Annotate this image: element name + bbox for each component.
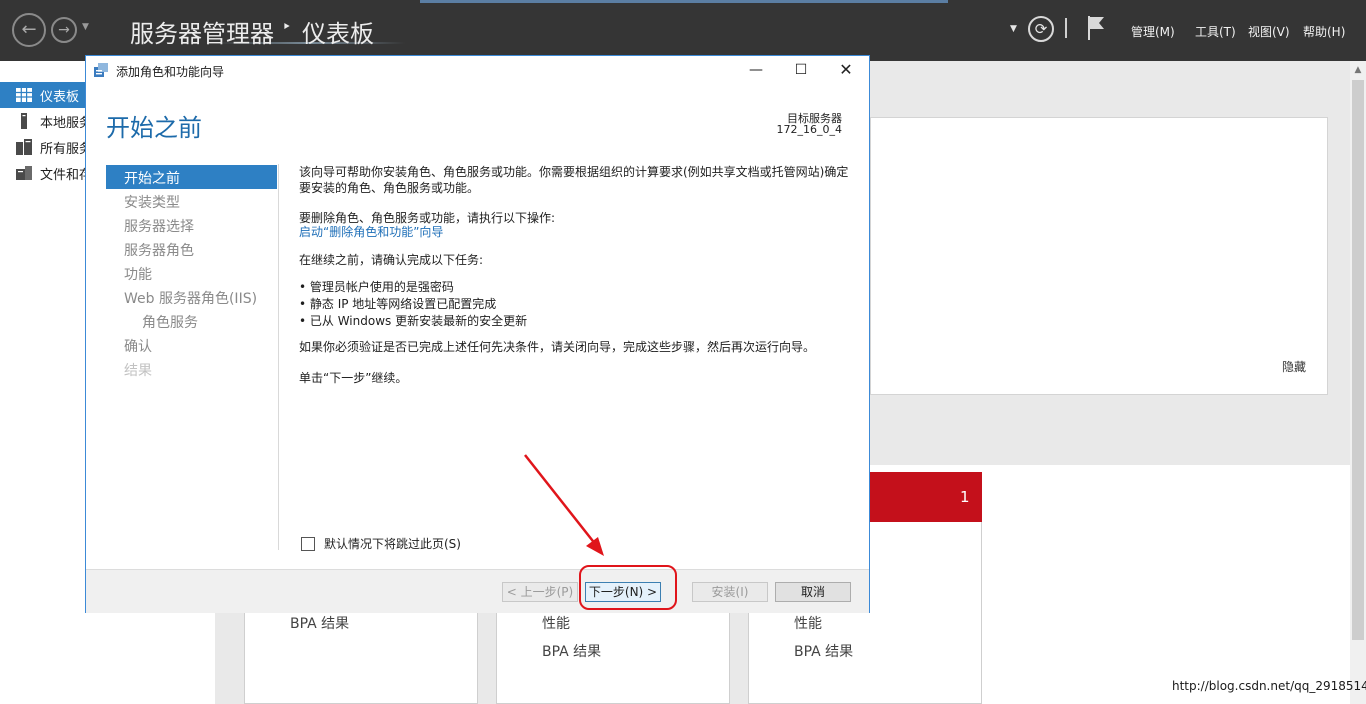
- step-label: Web 服务器角色(IIS): [124, 291, 258, 307]
- refresh-icon[interactable]: ⟳: [1028, 16, 1054, 42]
- step-label: 服务器选择: [124, 219, 194, 235]
- before-continue-text: 在继续之前，请确认完成以下任务:: [299, 253, 484, 267]
- all-servers-icon: [16, 139, 32, 155]
- sidebar-item-label: 仪表板: [40, 90, 80, 105]
- step-before-you-begin[interactable]: 开始之前: [106, 165, 277, 189]
- step-server-selection[interactable]: 服务器选择: [106, 213, 277, 237]
- hide-welcome-link[interactable]: 隐藏: [1282, 358, 1306, 375]
- watermark-url: http://blog.csdn.net/qq_29185141: [1172, 679, 1366, 693]
- tile-line: BPA 结果: [290, 616, 350, 632]
- target-server-value: 172_16_0_4: [776, 123, 843, 136]
- step-label: 功能: [124, 267, 152, 283]
- steps-divider: [278, 164, 279, 550]
- wizard-heading: 开始之前: [106, 114, 202, 142]
- scroll-up-arrow-icon[interactable]: ▲: [1352, 64, 1364, 76]
- history-dropdown-icon[interactable]: ▼: [82, 22, 89, 32]
- minimize-icon[interactable]: —: [733, 56, 779, 84]
- app-title: 服务器管理器: [130, 20, 274, 48]
- tile-line: 性能: [794, 616, 822, 632]
- install-button[interactable]: 安装(I): [692, 582, 768, 602]
- file-storage-icon: [16, 166, 32, 180]
- previous-button[interactable]: < 上一步(P): [502, 582, 578, 602]
- breadcrumb-separator-icon: ‣: [282, 17, 292, 36]
- page-title: 仪表板: [302, 20, 374, 48]
- top-bar: ← → ▼ 服务器管理器 ‣ 仪表板 ▼ ⟳ 管理(M) 工具(T) 视图(V)…: [0, 0, 1366, 61]
- wizard-app-icon: [94, 63, 108, 77]
- skip-page-checkbox[interactable]: [301, 537, 315, 551]
- tile-line: BPA 结果: [542, 644, 602, 660]
- notifications-dropdown-icon[interactable]: ▼: [1010, 24, 1017, 34]
- step-label: 开始之前: [124, 171, 180, 187]
- cancel-button[interactable]: 取消: [775, 582, 851, 602]
- step-label: 结果: [124, 363, 152, 379]
- local-server-icon: [21, 113, 27, 129]
- top-highlight-strip: [420, 0, 948, 3]
- remove-roles-wizard-link[interactable]: 启动“删除角色和功能”向导: [299, 224, 443, 240]
- step-label: 安装类型: [124, 195, 180, 211]
- step-label: 服务器角色: [124, 243, 194, 259]
- step-results: 结果: [106, 357, 277, 381]
- intro-text: 该向导可帮助你安装角色、角色服务或功能。你需要根据组织的计算要求(例如共享文档或…: [299, 165, 849, 195]
- forward-arrow-icon[interactable]: →: [51, 17, 77, 43]
- menu-tools[interactable]: 工具(T): [1195, 23, 1236, 40]
- toolbar-divider: [1065, 18, 1067, 38]
- click-next-text: 单击“下一步”继续。: [299, 371, 408, 385]
- prerequisite-item: • 静态 IP 地址等网络设置已配置完成: [299, 297, 497, 311]
- wizard-titlebar[interactable]: 添加角色和功能向导 — ☐ ✕: [86, 56, 869, 86]
- skip-page-checkbox-label[interactable]: 默认情况下将跳过此页(S): [324, 535, 461, 552]
- step-installation-type[interactable]: 安装类型: [106, 189, 277, 213]
- wizard-title: 添加角色和功能向导: [116, 65, 225, 79]
- menu-view[interactable]: 视图(V): [1248, 23, 1290, 40]
- tile-line: 性能: [542, 616, 570, 632]
- step-label: 角色服务: [142, 315, 198, 331]
- prerequisite-item: • 管理员帐户使用的是强密码: [299, 280, 454, 294]
- menu-manage[interactable]: 管理(M): [1131, 23, 1175, 40]
- wizard-footer: < 上一步(P) 下一步(N) > 安装(I) 取消: [86, 569, 869, 613]
- verify-text: 如果你必须验证是否已完成上述任何先决条件，请关闭向导，完成这些步骤，然后再次运行…: [299, 340, 816, 354]
- annotation-highlight-circle: [579, 565, 677, 610]
- add-roles-wizard-dialog: 添加角色和功能向导 — ☐ ✕ 开始之前 目标服务器 172_16_0_4 开始…: [85, 55, 870, 613]
- tile-line: BPA 结果: [794, 644, 854, 660]
- prerequisite-item: • 已从 Windows 更新安装最新的安全更新: [299, 314, 528, 328]
- step-role-services[interactable]: 角色服务: [106, 309, 277, 333]
- step-server-roles[interactable]: 服务器角色: [106, 237, 277, 261]
- back-arrow-icon[interactable]: ←: [12, 13, 46, 47]
- close-icon[interactable]: ✕: [823, 56, 869, 84]
- tile-alert-count: 1: [960, 488, 970, 506]
- step-features[interactable]: 功能: [106, 261, 277, 285]
- scrollbar-thumb[interactable]: [1352, 80, 1364, 640]
- welcome-panel: [870, 117, 1328, 395]
- menu-help[interactable]: 帮助(H): [1303, 23, 1345, 40]
- notification-flag-icon[interactable]: [1086, 14, 1108, 42]
- step-confirmation[interactable]: 确认: [106, 333, 277, 357]
- dashboard-grid-icon: [16, 88, 32, 102]
- step-web-server-role[interactable]: Web 服务器角色(IIS): [106, 285, 277, 309]
- step-label: 确认: [124, 339, 152, 355]
- maximize-icon[interactable]: ☐: [778, 56, 824, 84]
